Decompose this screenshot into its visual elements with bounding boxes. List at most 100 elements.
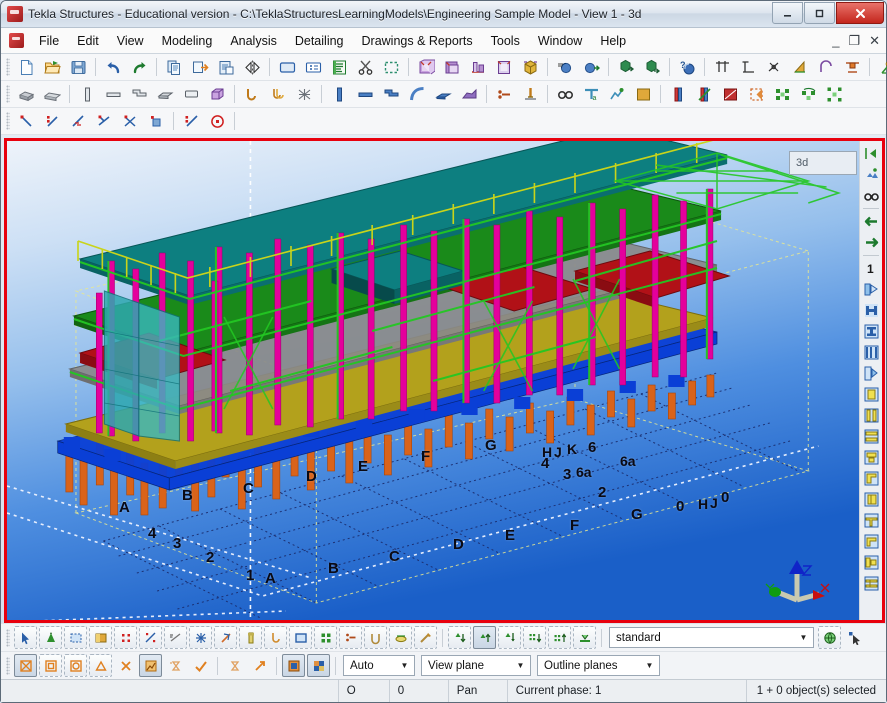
menu-help[interactable]: Help (591, 31, 635, 51)
select-rebar-icon[interactable] (264, 626, 287, 649)
chevron-down-icon[interactable]: ▼ (397, 656, 412, 675)
steel-column-icon[interactable] (327, 82, 351, 106)
explode-icon[interactable] (822, 82, 846, 106)
point-icon[interactable] (762, 55, 786, 79)
select-load-icon[interactable] (339, 626, 362, 649)
orange-arrow-icon[interactable] (248, 654, 271, 677)
snap-grid-up-icon[interactable] (548, 626, 571, 649)
rebar-icon[interactable] (240, 82, 264, 106)
snap-endpoint-icon[interactable] (14, 109, 38, 133)
snap-plane-icon[interactable] (573, 626, 596, 649)
snap-midpoint-icon[interactable] (40, 109, 64, 133)
select-cut-icon[interactable] (164, 626, 187, 649)
menu-modeling[interactable]: Modeling (153, 31, 222, 51)
menu-file[interactable]: File (30, 31, 68, 51)
cut-part-icon[interactable] (666, 82, 690, 106)
cut-icon[interactable] (353, 55, 377, 79)
angle-icon[interactable] (788, 55, 812, 79)
orange-hourglass-dash-icon[interactable] (164, 654, 187, 677)
level-icon[interactable] (736, 55, 760, 79)
arc-icon[interactable] (814, 55, 838, 79)
chevron-down-icon[interactable]: ▼ (513, 656, 528, 675)
save-icon[interactable] (66, 55, 90, 79)
fitting-icon[interactable] (718, 82, 742, 106)
measure-icon[interactable]: a (579, 82, 603, 106)
cut-line-icon[interactable] (692, 82, 716, 106)
steel-item-icon[interactable] (457, 82, 481, 106)
orange-circle-icon[interactable] (64, 654, 87, 677)
copy-icon[interactable] (162, 55, 186, 79)
menu-window[interactable]: Window (529, 31, 591, 51)
move-icon[interactable] (188, 55, 212, 79)
concrete-column-icon[interactable] (75, 82, 99, 106)
profile-yellow-2-icon[interactable] (861, 405, 881, 425)
globe-icon[interactable] (818, 626, 841, 649)
menu-view[interactable]: View (108, 31, 153, 51)
steel-curved-beam-icon[interactable] (405, 82, 429, 106)
concrete-slab-icon[interactable] (153, 82, 177, 106)
snap-center-icon[interactable] (205, 109, 229, 133)
menu-tools[interactable]: Tools (482, 31, 529, 51)
snap-up-icon[interactable] (473, 626, 496, 649)
assembly-rotate-icon[interactable] (796, 82, 820, 106)
work-plane-icon[interactable] (282, 654, 305, 677)
properties-icon[interactable] (275, 55, 299, 79)
select-grid-icon[interactable] (139, 626, 162, 649)
select-surface-treat-icon[interactable] (314, 626, 337, 649)
minimize-button[interactable] (772, 2, 803, 24)
help-sphere-icon[interactable]: ? (675, 55, 699, 79)
toolbar-grip[interactable] (6, 656, 10, 675)
select-surface-icon[interactable] (289, 626, 312, 649)
select-assembly-icon[interactable] (89, 626, 112, 649)
select-weld-icon[interactable] (214, 626, 237, 649)
pan-3d-icon[interactable] (579, 55, 603, 79)
select-points-icon[interactable] (114, 626, 137, 649)
open-icon[interactable] (40, 55, 64, 79)
menu-edit[interactable]: Edit (68, 31, 108, 51)
snap-down-icon[interactable] (448, 626, 471, 649)
prev-view-arrow-icon[interactable] (861, 211, 881, 231)
orange-chart-icon[interactable] (139, 654, 162, 677)
profile-yellow-1-icon[interactable] (861, 384, 881, 404)
select-plane-icon[interactable] (389, 626, 412, 649)
concrete-item-icon[interactable] (205, 82, 229, 106)
chevron-down-icon[interactable]: ▼ (796, 628, 811, 647)
profile-yellow-4-icon[interactable] (861, 447, 881, 467)
profile-angle-icon[interactable] (861, 363, 881, 383)
profile-yellow-5-icon[interactable] (861, 468, 881, 488)
orange-cross-icon[interactable] (114, 654, 137, 677)
new-icon[interactable] (14, 55, 38, 79)
select-bolt-icon[interactable] (239, 626, 262, 649)
profile-yellow-6-icon[interactable] (861, 489, 881, 509)
polygon-cut-icon[interactable] (744, 82, 768, 106)
concrete-polybeam-icon[interactable] (127, 82, 151, 106)
profile-yellow-7-icon[interactable] (861, 510, 881, 530)
toolbar-grip[interactable] (6, 628, 10, 647)
mdi-close-button[interactable]: ✕ (869, 34, 880, 47)
undo-icon[interactable] (101, 55, 125, 79)
select-face-icon[interactable] (364, 626, 387, 649)
profile-yellow-10-icon[interactable] (861, 573, 881, 593)
grid-icon[interactable] (710, 55, 734, 79)
orange-square-icon[interactable] (39, 654, 62, 677)
solid-view-icon[interactable] (631, 82, 655, 106)
plane-view-icon[interactable] (492, 55, 516, 79)
mirror-icon[interactable] (240, 55, 264, 79)
arrow-select-icon[interactable] (843, 626, 866, 649)
orange-check-icon[interactable] (189, 654, 212, 677)
profile-yellow-9-icon[interactable] (861, 552, 881, 572)
select-component-icon[interactable] (39, 626, 62, 649)
profile-i-icon[interactable] (861, 300, 881, 320)
concrete-beam-icon[interactable] (101, 82, 125, 106)
steel-plate-icon[interactable] (431, 82, 455, 106)
select-area-icon[interactable] (379, 55, 403, 79)
toolbar-grip[interactable] (6, 112, 10, 130)
snap-grid-down-icon[interactable] (523, 626, 546, 649)
view-rotate-icon[interactable] (861, 164, 881, 184)
zoom-out-icon[interactable] (640, 55, 664, 79)
render-box-icon[interactable] (518, 55, 542, 79)
mdi-restore-button[interactable]: ❐ (848, 34, 860, 47)
view-binoculars-icon[interactable] (861, 185, 881, 205)
chevron-down-icon[interactable]: ▼ (642, 656, 657, 675)
phase-one-icon[interactable]: 1 (861, 258, 881, 278)
